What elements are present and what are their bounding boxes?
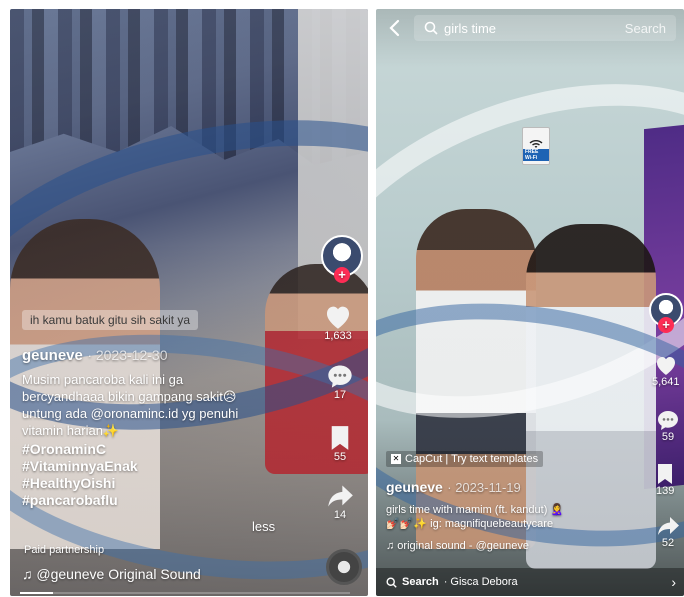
avatar[interactable]: + — [649, 293, 683, 333]
share-count: 52 — [661, 537, 675, 549]
bottom-search-bar[interactable]: Search · Gisca Debora › — [376, 568, 684, 596]
like-count: 5,641 — [652, 376, 680, 388]
avatar[interactable]: + — [321, 235, 363, 283]
search-bar[interactable]: girls time Search — [414, 15, 676, 41]
plus-icon[interactable]: + — [334, 267, 350, 283]
bottom-search-term: · Gisca Debora — [443, 576, 518, 588]
share-icon — [658, 517, 679, 535]
search-icon — [386, 576, 397, 588]
back-icon[interactable] — [386, 19, 404, 37]
hashtag[interactable]: #OronaminC — [22, 441, 106, 458]
wifi-sign-text: FREE Wi-Fi — [523, 149, 549, 161]
save-count: 139 — [656, 485, 675, 497]
watermark-swoosh — [376, 269, 684, 581]
less-toggle[interactable]: less — [252, 519, 275, 534]
post-date: · 2023-11-19 — [447, 480, 521, 495]
save-button[interactable]: 139 — [656, 463, 674, 497]
sound-link[interactable]: ♫ original sound - @geuneve — [386, 540, 529, 552]
save-count: 55 — [333, 451, 347, 463]
right-video-panel[interactable]: FREE Wi-Fi girls time Search ✕ CapCut | … — [376, 9, 684, 596]
progress-fill — [20, 592, 53, 594]
search-icon — [424, 21, 438, 35]
caption-bubble: ih kamu batuk gitu sih sakit ya — [22, 310, 199, 330]
comment-count: 17 — [333, 389, 347, 401]
comment-button[interactable]: 17 — [326, 363, 354, 401]
author-username[interactable]: geuneve — [22, 347, 83, 364]
like-button[interactable]: 1,633 — [323, 303, 353, 342]
music-disc-icon — [326, 549, 362, 585]
share-count: 14 — [333, 509, 347, 521]
author-line: geuneve · 2023-12-30 — [22, 347, 167, 365]
hashtag[interactable]: #HealthyOishi — [22, 475, 115, 492]
city-skyline-background — [10, 9, 368, 165]
heart-icon — [326, 306, 350, 329]
watermark-swoosh — [376, 21, 684, 481]
author-line: geuneve · 2023-11-19 — [386, 479, 521, 497]
author-username[interactable]: geuneve — [386, 479, 443, 495]
wifi-sign: FREE Wi-Fi — [522, 127, 550, 165]
like-count: 1,633 — [324, 330, 352, 342]
hashtag[interactable]: #pancarobaflu — [22, 492, 118, 509]
video-description: Musim pancaroba kali ini ga bercyandhaaa… — [22, 372, 239, 438]
capcut-label: CapCut | Try text templates — [405, 453, 539, 465]
comment-icon — [328, 365, 352, 388]
share-icon — [328, 485, 353, 507]
bookmark-icon — [658, 464, 673, 484]
share-button[interactable]: 52 — [656, 515, 680, 549]
video-description-line2: 💅🏻💅🏻✨ ig: magnifiquebeautycare — [386, 518, 554, 530]
search-button[interactable]: Search — [625, 21, 666, 36]
left-video-panel[interactable]: ih kamu batuk gitu sih sakit ya geuneve … — [10, 9, 368, 596]
capcut-banner[interactable]: ✕ CapCut | Try text templates — [386, 451, 544, 467]
capcut-logo-icon: ✕ — [391, 454, 401, 464]
wall-background — [298, 9, 368, 339]
paid-partnership-label: Paid partnership — [24, 544, 105, 556]
video-description-line1: girls time with mamim (ft. kandut) 🙎‍♀️ — [386, 504, 565, 516]
chevron-right-icon: › — [671, 574, 676, 590]
share-button[interactable]: 14 — [326, 483, 354, 521]
plus-icon[interactable]: + — [658, 317, 674, 333]
sound-disc[interactable] — [326, 549, 362, 585]
comment-count: 59 — [661, 431, 675, 443]
woman-left — [416, 209, 536, 549]
like-button[interactable]: 5,641 — [652, 354, 680, 388]
video-progress-bar[interactable] — [20, 592, 350, 594]
sound-link[interactable]: ♫ @geuneve Original Sound — [22, 566, 201, 582]
save-button[interactable]: 55 — [329, 425, 351, 463]
creator-avatar[interactable]: + — [321, 235, 363, 283]
comment-icon — [658, 411, 678, 430]
post-date: · 2023-12-30 — [87, 347, 168, 363]
heart-icon — [656, 357, 675, 375]
wifi-icon — [529, 140, 543, 148]
bottom-search-label: Search — [402, 576, 439, 588]
comment-button[interactable]: 59 — [656, 409, 680, 443]
creator-avatar[interactable]: + — [649, 293, 683, 333]
hashtag[interactable]: #VitaminnyaEnak — [22, 458, 138, 475]
search-input[interactable]: girls time — [444, 21, 625, 36]
bookmark-icon — [331, 426, 349, 450]
